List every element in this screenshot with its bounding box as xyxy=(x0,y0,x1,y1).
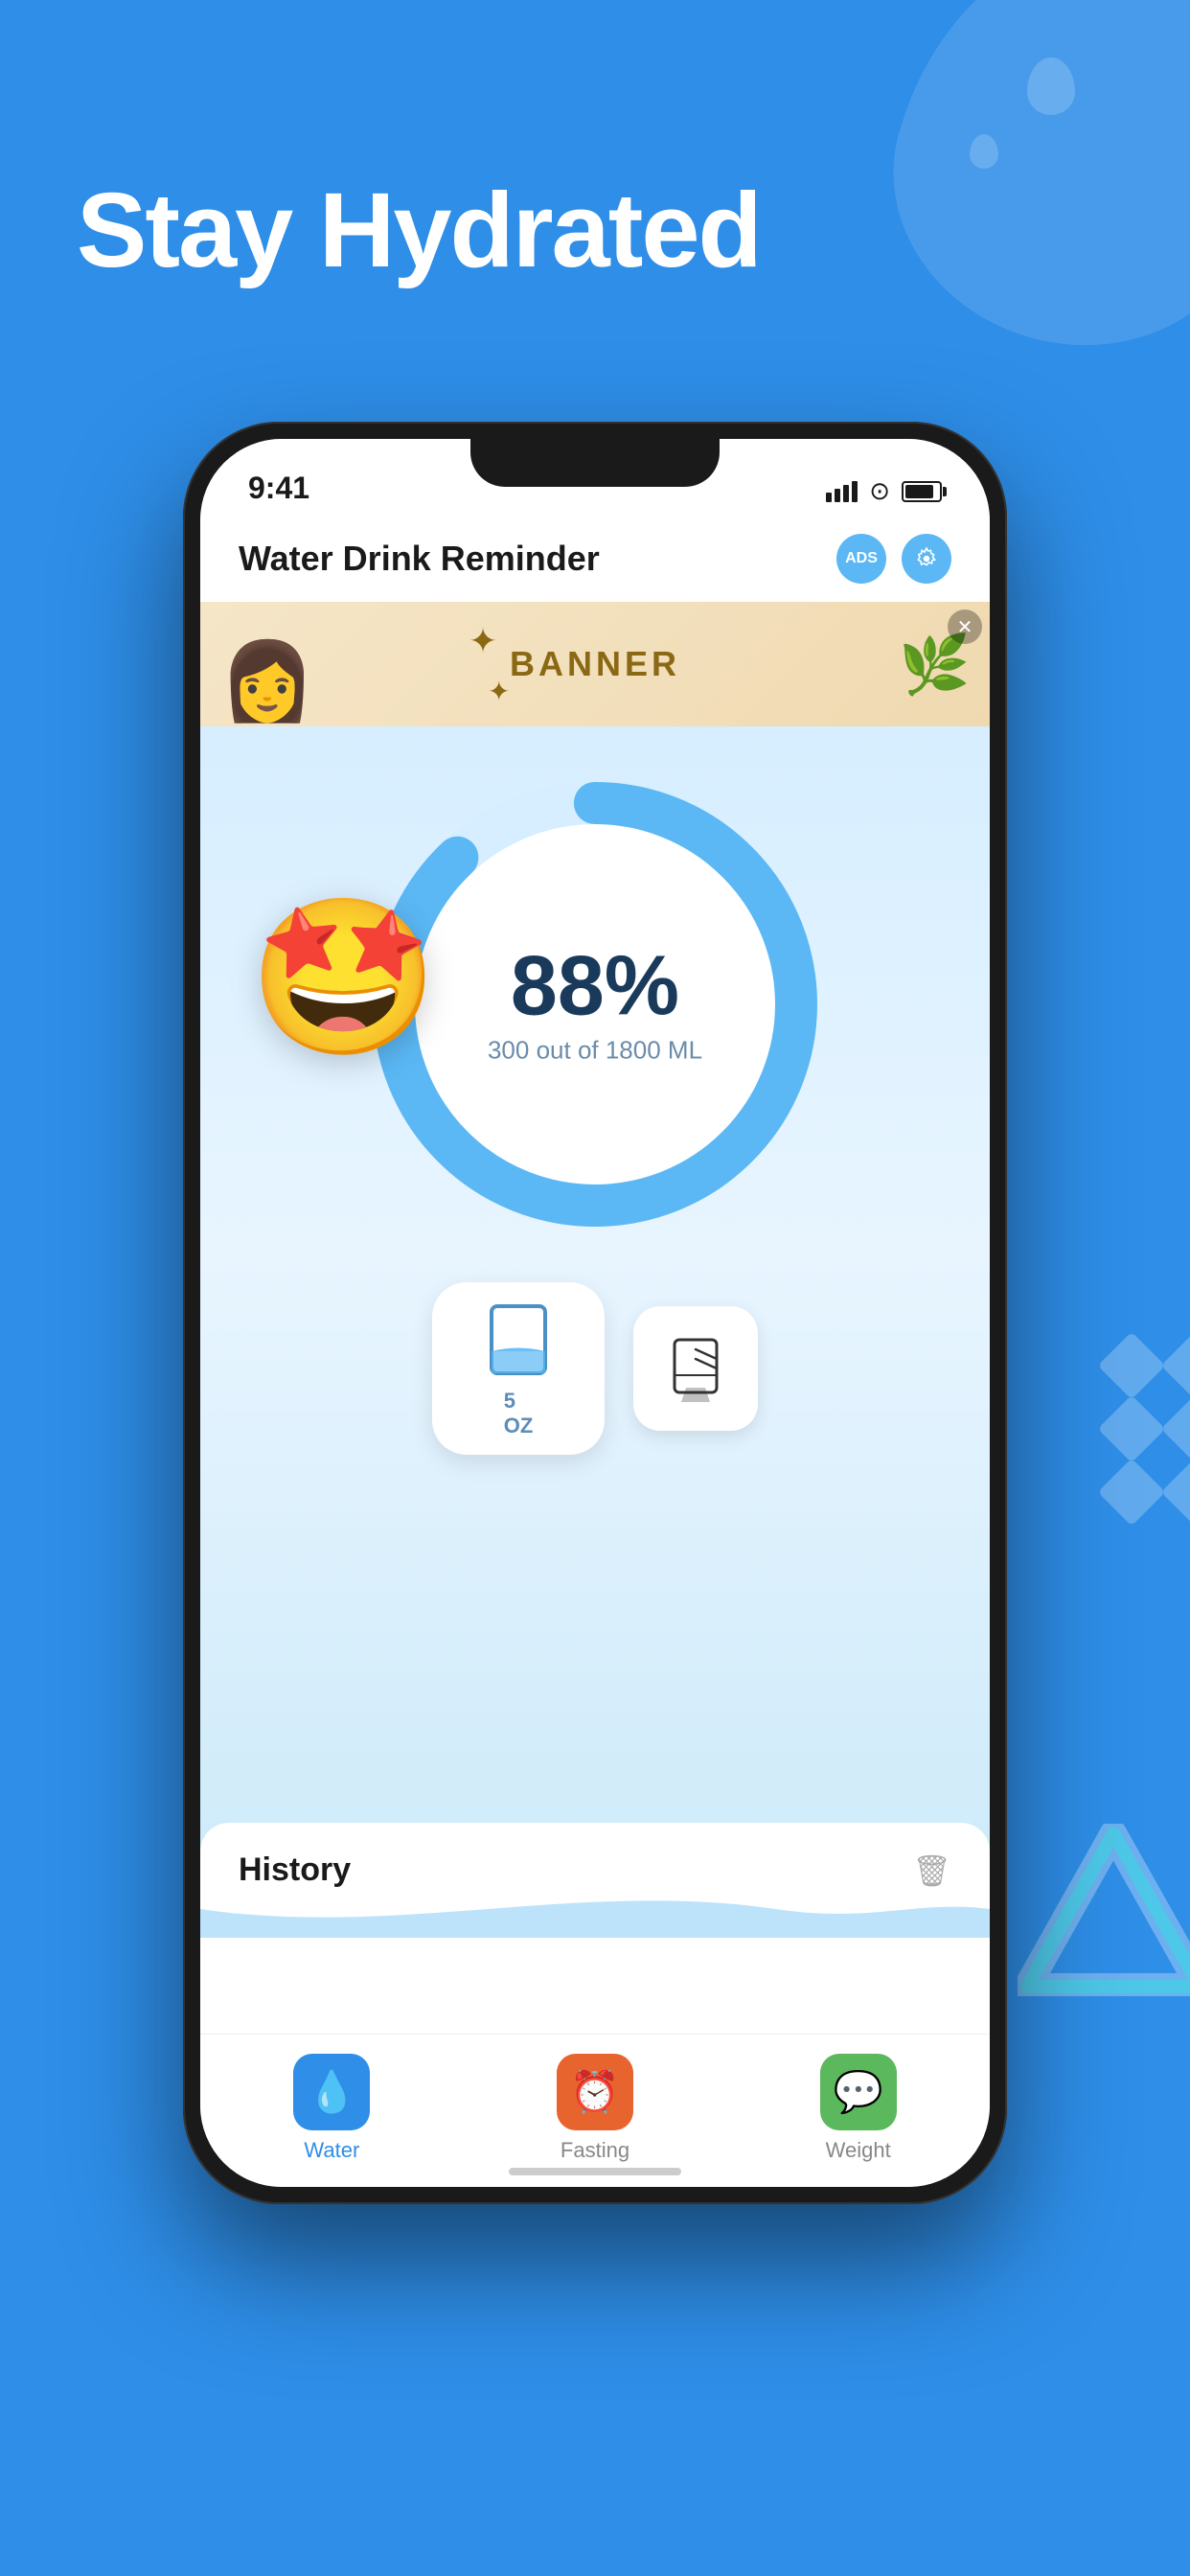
banner-plus-icon: ✦ xyxy=(469,621,497,661)
progress-detail: 300 out of 1800 ML xyxy=(488,1036,702,1066)
bg-drop-small2 xyxy=(970,134,998,169)
mascot-emoji: 🤩 xyxy=(248,889,439,1069)
tab-fasting[interactable]: ⏰ Fasting xyxy=(464,2054,727,2163)
water-buttons: 5OZ xyxy=(432,1282,758,1455)
status-icons: ⊙ xyxy=(826,476,942,506)
hero-title: Stay Hydrated xyxy=(77,172,761,288)
tab-weight[interactable]: 💬 Weight xyxy=(726,2054,990,2163)
main-content: 🤩 xyxy=(200,726,990,2034)
banner-text: BANNER xyxy=(510,644,680,684)
banner-girl-icon: 👩 xyxy=(219,636,315,726)
water-glass-icon xyxy=(480,1299,557,1385)
weight-tab-label: Weight xyxy=(826,2138,891,2163)
phone-screen: 9:41 ⊙ Water Drink Reminder xyxy=(200,439,990,2187)
banner-plus-icon2: ✦ xyxy=(488,676,510,707)
signal-bars-icon xyxy=(826,481,858,502)
water-tab-icon: 💧 xyxy=(293,2054,370,2130)
tab-bar: 💧 Water ⏰ Fasting 💬 Weight xyxy=(200,2034,990,2187)
app-title: Water Drink Reminder xyxy=(239,539,600,579)
header-buttons: ADS xyxy=(836,534,951,584)
triangle-logo xyxy=(1018,1824,1190,2001)
bg-drop-large xyxy=(857,0,1190,385)
phone-mockup: 9:41 ⊙ Water Drink Reminder xyxy=(183,422,1007,2204)
wave-decoration xyxy=(200,1880,990,1938)
phone-notch xyxy=(470,439,720,487)
battery-icon xyxy=(902,481,942,502)
home-indicator xyxy=(509,2168,681,2175)
banner-ad[interactable]: 👩 BANNER ✦ ✦ 🌿 ✕ xyxy=(200,602,990,726)
settings-button[interactable] xyxy=(902,534,951,584)
water-tab-label: Water xyxy=(304,2138,359,2163)
phone-outer: 9:41 ⊙ Water Drink Reminder xyxy=(183,422,1007,2204)
tab-water[interactable]: 💧 Water xyxy=(200,2054,464,2163)
fasting-tab-icon: ⏰ xyxy=(557,2054,633,2130)
progress-center: 88% 300 out of 1800 ML xyxy=(488,944,702,1066)
app-header: Water Drink Reminder ADS xyxy=(200,516,990,602)
progress-percent: 88% xyxy=(488,944,702,1028)
add-water-button[interactable]: 5OZ xyxy=(432,1282,605,1455)
custom-glass-icon xyxy=(667,1335,724,1402)
fasting-tab-label: Fasting xyxy=(561,2138,629,2163)
status-time: 9:41 xyxy=(248,471,309,506)
weight-tab-icon: 💬 xyxy=(820,2054,897,2130)
diamond-decoration xyxy=(1108,1342,1190,1516)
custom-amount-button[interactable] xyxy=(633,1306,758,1431)
water-amount-label: 5OZ xyxy=(504,1389,534,1438)
history-section: History 🗑 xyxy=(200,1823,990,2034)
ads-button[interactable]: ADS xyxy=(836,534,886,584)
banner-close-button[interactable]: ✕ xyxy=(948,610,982,644)
wifi-icon: ⊙ xyxy=(869,476,890,506)
